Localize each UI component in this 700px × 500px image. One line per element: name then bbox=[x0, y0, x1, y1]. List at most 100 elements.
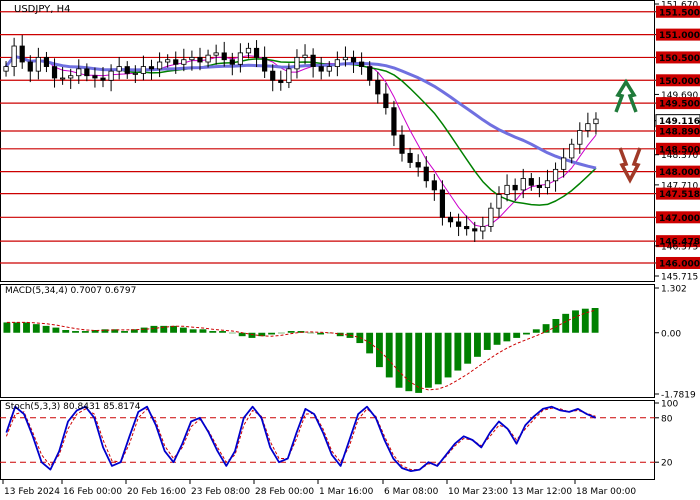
macd-histogram-bar bbox=[248, 332, 256, 338]
candle-body bbox=[480, 226, 486, 232]
candle-body bbox=[375, 79, 381, 95]
candle-body bbox=[270, 70, 276, 81]
candle-body bbox=[544, 180, 551, 189]
candle-body bbox=[399, 134, 405, 154]
macd-histogram-bar bbox=[375, 332, 383, 368]
price-level-label: 150.000 bbox=[659, 77, 700, 87]
candle-body bbox=[35, 57, 41, 72]
candle-body bbox=[359, 61, 365, 67]
macd-histogram-bar bbox=[3, 322, 11, 333]
candle-body bbox=[19, 45, 25, 63]
macd-histogram-bar bbox=[591, 308, 599, 333]
macd-histogram-bar bbox=[562, 313, 570, 333]
macd-histogram-bar bbox=[532, 329, 540, 333]
macd-histogram-bar bbox=[483, 332, 491, 350]
candle-body bbox=[165, 59, 171, 63]
candle-body bbox=[391, 107, 397, 136]
price-level-label: 151.000 bbox=[659, 31, 700, 41]
macd-histogram-bar bbox=[474, 332, 481, 357]
macd-histogram-bar bbox=[425, 332, 432, 388]
time-axis-label: 13 Feb 2024 bbox=[4, 487, 60, 497]
candle-body bbox=[132, 73, 138, 75]
candle-body bbox=[407, 152, 413, 163]
macd-histogram-bar bbox=[385, 332, 393, 378]
time-axis-label: 28 Feb 00:00 bbox=[255, 487, 314, 497]
candle-body bbox=[577, 130, 583, 145]
candle-body bbox=[367, 66, 373, 81]
macd-histogram-bar bbox=[307, 332, 315, 334]
macd-histogram-bar bbox=[552, 319, 560, 333]
candle-body bbox=[76, 68, 82, 77]
candle-body bbox=[423, 166, 429, 182]
macd-histogram-bar bbox=[150, 325, 158, 333]
candle-body bbox=[11, 45, 17, 67]
stochastic-axis-label: 80 bbox=[661, 414, 673, 424]
macd-histogram-bar bbox=[405, 332, 413, 392]
time-axis-label: 18 Mar 00:00 bbox=[576, 487, 636, 497]
stochastic-axis-label: 100 bbox=[661, 400, 678, 410]
candle-body bbox=[294, 57, 300, 70]
macd-histogram-bar bbox=[219, 331, 227, 333]
macd-histogram-bar bbox=[444, 332, 452, 378]
macd-histogram-bar bbox=[72, 331, 79, 333]
candle-body bbox=[536, 184, 542, 189]
candle-body bbox=[237, 52, 243, 65]
time-axis-label: 6 Mar 08:00 bbox=[384, 487, 439, 497]
candle-body bbox=[431, 180, 437, 191]
macd-histogram-bar bbox=[179, 327, 187, 333]
candle-body bbox=[455, 221, 462, 227]
candle-body bbox=[318, 66, 324, 72]
candle-body bbox=[84, 68, 90, 77]
time-axis-label: 13 Mar 12:00 bbox=[512, 487, 572, 497]
macd-histogram-bar bbox=[228, 332, 236, 334]
candle-body bbox=[278, 79, 284, 83]
candle-body bbox=[60, 77, 66, 80]
candle-body bbox=[221, 52, 227, 61]
candle-body bbox=[552, 168, 559, 182]
price-level-label: 148.890 bbox=[659, 127, 700, 137]
candle-body bbox=[350, 57, 357, 63]
macd-histogram-bar bbox=[13, 322, 21, 333]
macd-histogram-bar bbox=[62, 330, 70, 333]
macd-histogram-bar bbox=[454, 332, 462, 371]
candle-body bbox=[197, 57, 203, 63]
candle-body bbox=[205, 54, 211, 63]
macd-histogram-bar bbox=[268, 332, 276, 335]
candle-body bbox=[593, 118, 599, 125]
candle-body bbox=[51, 66, 58, 79]
macd-axis-label: 0.00 bbox=[661, 329, 681, 339]
candle-body bbox=[100, 77, 106, 81]
candle-body bbox=[528, 178, 534, 186]
macd-histogram-bar bbox=[32, 324, 40, 333]
candle-body bbox=[585, 123, 591, 131]
candle-body bbox=[520, 178, 526, 191]
macd-histogram-bar bbox=[23, 322, 30, 333]
macd-title: MACD(5,34,4) 0.7007 0.6797 bbox=[5, 286, 136, 296]
stochastic-axis-label: 20 bbox=[661, 459, 673, 469]
macd-histogram-bar bbox=[121, 331, 128, 333]
time-axis-label: 10 Mar 23:00 bbox=[448, 487, 508, 497]
candle-body bbox=[496, 194, 502, 209]
candle-body bbox=[229, 59, 235, 65]
price-level-label: 147.518 bbox=[659, 190, 700, 200]
candle-body bbox=[472, 228, 478, 232]
candle-body bbox=[245, 47, 252, 54]
price-level-label: 149.500 bbox=[659, 100, 700, 110]
candle-body bbox=[383, 93, 389, 109]
candle-body bbox=[504, 184, 510, 195]
macd-histogram-bar bbox=[317, 332, 325, 335]
macd-histogram-bar bbox=[209, 331, 217, 333]
macd-histogram-bar bbox=[81, 331, 89, 333]
price-chart-title: USDJPY, H4 bbox=[14, 4, 70, 15]
macd-histogram-bar bbox=[415, 332, 423, 393]
chart-canvas: 151.670151.500151.000150.500150.000149.6… bbox=[0, 0, 700, 500]
price-level-label: 151.500 bbox=[659, 8, 700, 18]
price-level-label: 147.000 bbox=[659, 214, 700, 224]
candle-body bbox=[116, 66, 122, 72]
candle-body bbox=[512, 184, 518, 191]
candle-body bbox=[253, 47, 260, 58]
macd-histogram-bar bbox=[523, 332, 530, 335]
candle-body bbox=[213, 52, 219, 56]
time-axis-label: 20 Feb 16:00 bbox=[127, 487, 186, 497]
macd-histogram-bar bbox=[513, 332, 521, 338]
